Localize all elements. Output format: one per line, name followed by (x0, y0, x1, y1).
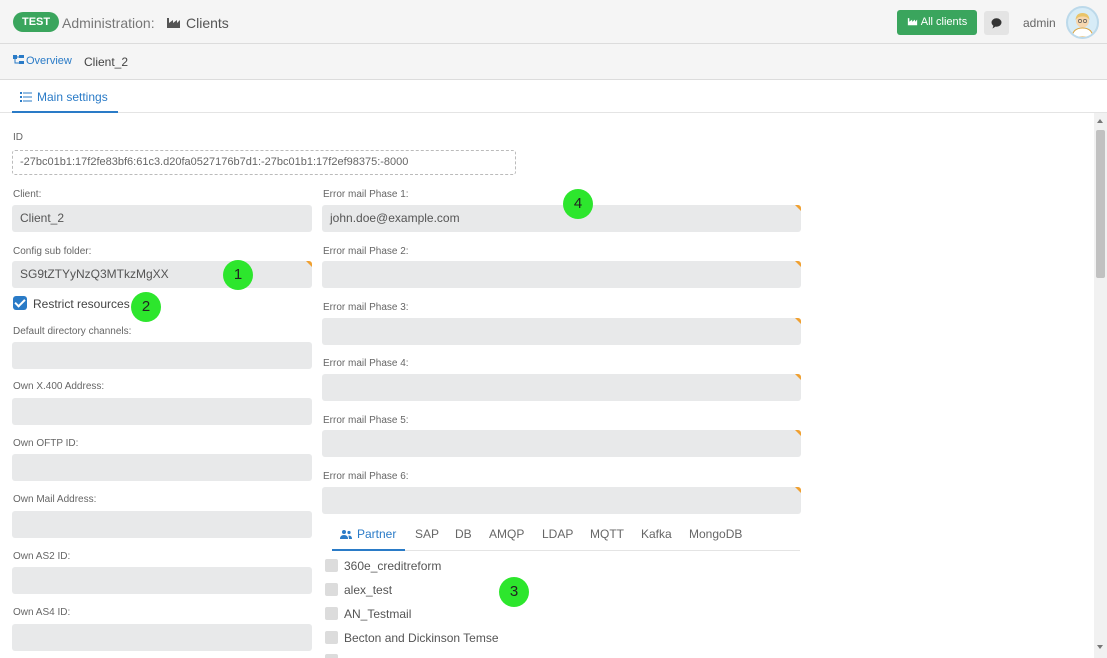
tab-bar: Main settings (0, 81, 1107, 113)
breadcrumb-overview-link[interactable]: Overview (13, 55, 72, 67)
partner-name: alex_test (344, 583, 393, 597)
checkbox-checked-icon[interactable] (13, 296, 27, 310)
checkbox[interactable] (325, 607, 338, 620)
scroll-down-icon[interactable] (1097, 645, 1103, 649)
checkbox[interactable] (325, 631, 338, 644)
resource-tabs: Partner SAP DB AMQP LDAP MQTT Kafka Mong… (332, 520, 800, 551)
id-field[interactable]: -27bc01b1:17f2fe83bf6:61c3.d20fa0527176b… (12, 150, 516, 175)
annotation-marker-1: 1 (223, 260, 253, 290)
chat-icon (991, 18, 1002, 29)
breadcrumb-overview-label: Overview (26, 55, 72, 67)
config-sub-folder-field[interactable]: SG9tZTYyNzQ3MTkzMgXX (12, 261, 312, 288)
error-mail-4-label: Error mail Phase 4: (323, 358, 409, 369)
breadcrumb: Overview Client_2 (0, 44, 1107, 80)
tab-partner-label: Partner (357, 527, 397, 541)
id-label: ID (13, 132, 23, 143)
tab-db[interactable]: DB (455, 520, 472, 551)
avatar-icon (1071, 13, 1094, 37)
error-mail-2-label: Error mail Phase 2: (323, 246, 409, 257)
annotation-marker-4: 4 (563, 189, 593, 219)
list-item[interactable]: Becton and Dickinson Temse (325, 631, 499, 647)
own-as4-label: Own AS4 ID: (13, 607, 71, 618)
client-label: Client: (13, 189, 42, 200)
tab-sap[interactable]: SAP (415, 520, 439, 551)
error-mail-1-label: Error mail Phase 1: (323, 189, 409, 200)
annotation-marker-3: 3 (499, 577, 529, 607)
tab-mongodb[interactable]: MongoDB (689, 520, 742, 551)
checkbox[interactable] (325, 654, 338, 658)
error-mail-1-field[interactable]: john.doe@example.com (322, 205, 801, 232)
chat-button[interactable] (984, 11, 1009, 35)
factory-icon (167, 18, 180, 28)
tab-main-settings[interactable]: Main settings (12, 81, 118, 113)
error-mail-6-field[interactable] (322, 487, 801, 514)
users-icon (340, 530, 352, 539)
own-x400-label: Own X.400 Address: (13, 381, 105, 392)
annotation-marker-2: 2 (131, 292, 161, 322)
list-item[interactable]: alex_test (325, 583, 392, 599)
partner-name: AN_Testmail (344, 607, 412, 621)
tab-kafka[interactable]: Kafka (641, 520, 672, 551)
default-directory-channels-label: Default directory channels: (13, 326, 132, 337)
config-sub-folder-label: Config sub folder: (13, 246, 92, 257)
sitemap-icon (13, 55, 24, 64)
scrollbar-thumb[interactable] (1096, 130, 1105, 278)
page-title: Administration: (62, 15, 155, 31)
own-mail-label: Own Mail Address: (13, 494, 97, 505)
error-mail-5-field[interactable] (322, 430, 801, 457)
own-mail-field[interactable] (12, 511, 312, 538)
own-as2-label: Own AS2 ID: (13, 551, 71, 562)
own-x400-field[interactable] (12, 398, 312, 425)
tab-mqtt[interactable]: MQTT (590, 520, 624, 551)
list-item[interactable]: 360e_creditreform (325, 559, 441, 575)
error-mail-3-field[interactable] (322, 318, 801, 345)
error-mail-5-label: Error mail Phase 5: (323, 415, 409, 426)
own-oftp-label: Own OFTP ID: (13, 438, 79, 449)
tab-ldap[interactable]: LDAP (542, 520, 573, 551)
vertical-scrollbar[interactable] (1094, 113, 1107, 658)
tab-main-settings-label: Main settings (37, 90, 108, 104)
default-directory-channels-field[interactable] (12, 342, 312, 369)
error-mail-2-field[interactable] (322, 261, 801, 288)
user-avatar[interactable] (1066, 6, 1099, 39)
all-clients-label: All clients (920, 16, 968, 28)
list-item[interactable] (325, 654, 344, 658)
page-section-title: Clients (186, 15, 229, 31)
environment-badge: TEST (13, 12, 60, 32)
checkbox[interactable] (325, 559, 338, 572)
list-icon (20, 92, 32, 102)
own-oftp-field[interactable] (12, 454, 312, 481)
checkbox[interactable] (325, 583, 338, 596)
error-mail-3-label: Error mail Phase 3: (323, 302, 409, 313)
error-mail-6-label: Error mail Phase 6: (323, 471, 409, 482)
restrict-resources-checkbox[interactable]: Restrict resources (13, 296, 130, 312)
partner-name: Becton and Dickinson Temse (344, 631, 499, 645)
tab-partner[interactable]: Partner (332, 520, 405, 551)
restrict-resources-label: Restrict resources (33, 297, 130, 311)
partner-name: 360e_creditreform (344, 559, 442, 573)
list-item[interactable]: AN_Testmail (325, 607, 411, 623)
factory-icon (907, 18, 917, 26)
error-mail-4-field[interactable] (322, 374, 801, 401)
scroll-up-icon[interactable] (1097, 119, 1103, 123)
all-clients-button[interactable]: All clients (897, 10, 977, 35)
own-as2-field[interactable] (12, 567, 312, 594)
own-as4-field[interactable] (12, 624, 312, 651)
top-header: TEST Administration: Clients All clients… (0, 0, 1107, 44)
client-field[interactable]: Client_2 (12, 205, 312, 232)
tab-amqp[interactable]: AMQP (489, 520, 524, 551)
username[interactable]: admin (1023, 16, 1056, 30)
breadcrumb-current: Client_2 (84, 55, 129, 69)
